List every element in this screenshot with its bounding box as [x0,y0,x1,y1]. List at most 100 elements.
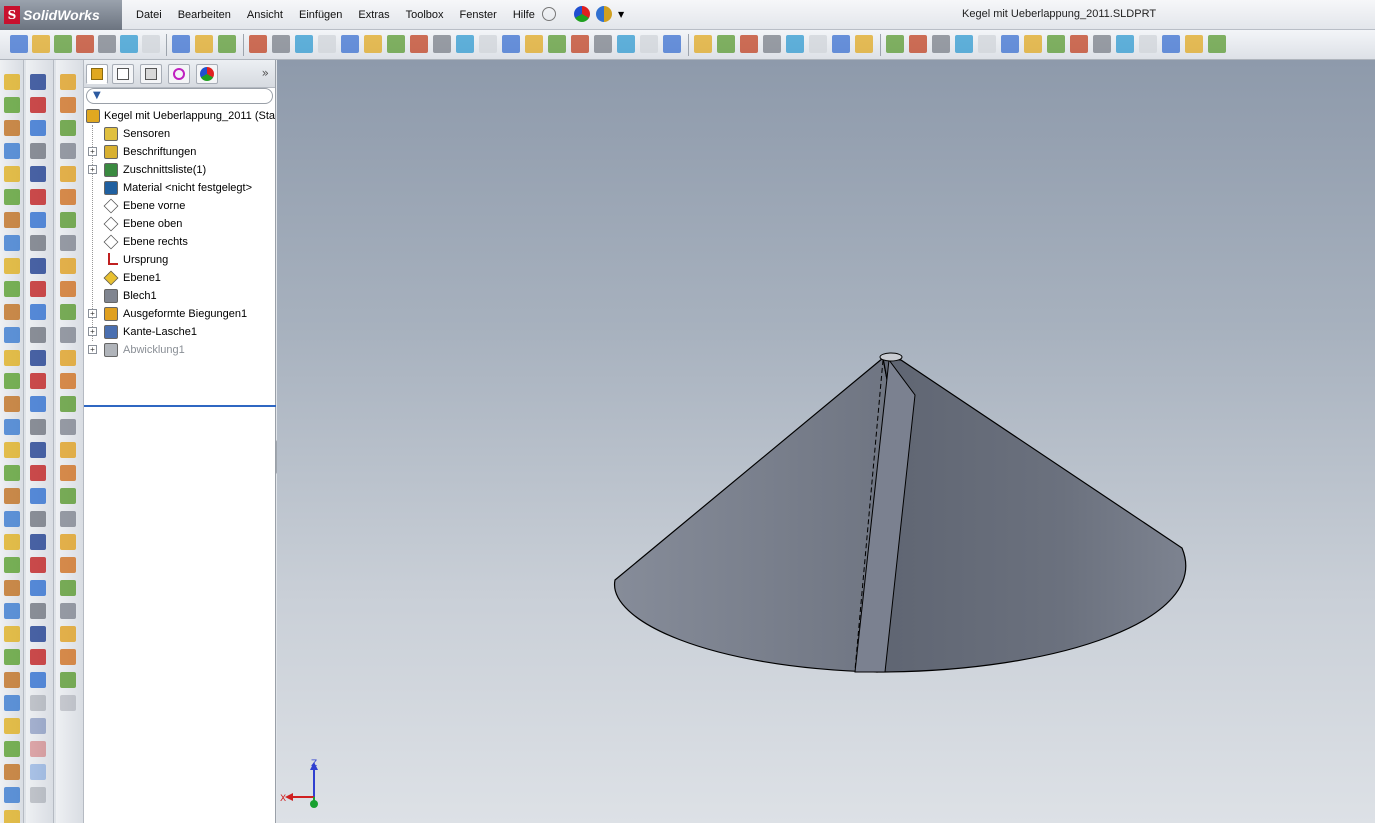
tree-item[interactable]: + Kante-Lasche1 [84,323,276,341]
graphics-viewport[interactable]: Z X [277,60,1375,823]
sheet-metal-tool-icon[interactable] [60,212,76,228]
sheet-metal-tool-icon[interactable] [60,327,76,343]
sketch-display-icon[interactable] [855,35,873,53]
sheet-metal-tool-icon[interactable] [60,649,76,665]
menu-fenster[interactable]: Fenster [452,9,505,21]
miter-flange-icon[interactable] [978,35,996,53]
tab-configuration-manager[interactable] [140,64,162,84]
tree-item[interactable]: + Zuschnittsliste(1) [84,161,276,179]
sheet-metal-tool-icon[interactable] [60,97,76,113]
sheet-metal-tool-icon[interactable] [60,534,76,550]
feature-tool-icon[interactable] [4,304,20,320]
sketch-tool-icon[interactable] [30,695,46,711]
view-dimetric-icon[interactable] [456,35,474,53]
sheet-metal-tool-icon[interactable] [60,304,76,320]
feature-tool-icon[interactable] [4,810,20,823]
new-document-icon[interactable] [10,35,28,53]
feature-tool-icon[interactable] [4,120,20,136]
sheet-metal-tool-icon[interactable] [60,373,76,389]
feature-tool-icon[interactable] [4,189,20,205]
sketch-icon[interactable] [694,35,712,53]
sheet-metal-tool-icon[interactable] [60,166,76,182]
rebuild-icon[interactable] [142,35,160,53]
feature-tool-icon[interactable] [4,396,20,412]
select-arrow-icon[interactable] [249,35,267,53]
sheet-metal-tool-icon[interactable] [60,258,76,274]
chevron-down-icon[interactable]: ▼ [618,10,624,19]
sheet-metal-tool-icon[interactable] [60,143,76,159]
menu-extras[interactable]: Extras [350,9,397,21]
sketch-tool-icon[interactable] [30,143,46,159]
sheet-metal-tool-icon[interactable] [60,74,76,90]
sketch-tool-icon[interactable] [30,534,46,550]
feature-tool-icon[interactable] [4,235,20,251]
sheet-metal-tool-icon[interactable] [60,511,76,527]
feature-tool-icon[interactable] [4,350,20,366]
smart-dimension-icon[interactable] [717,35,735,53]
plane-display-icon[interactable] [763,35,781,53]
feature-tool-icon[interactable] [4,626,20,642]
feature-tool-icon[interactable] [4,695,20,711]
cross-break-icon[interactable] [1070,35,1088,53]
menu-datei[interactable]: Datei [128,9,170,21]
sketch-tool-icon[interactable] [30,166,46,182]
sketch-tool-icon[interactable] [30,649,46,665]
feature-tool-icon[interactable] [4,281,20,297]
sketch-tool-icon[interactable] [30,74,46,90]
view-front-icon[interactable] [272,35,290,53]
tree-item[interactable]: + Ausgeformte Biegungen1 [84,305,276,323]
expand-toggle-icon[interactable]: + [88,345,97,354]
sketch-tool-icon[interactable] [30,557,46,573]
sketch-tool-icon[interactable] [30,718,46,734]
expand-toggle-icon[interactable]: + [88,327,97,336]
sketch-tool-icon[interactable] [30,396,46,412]
tree-item[interactable]: + Abwicklung1 [84,341,276,359]
rollback-bar[interactable] [84,405,276,407]
zoom-icon[interactable] [663,35,681,53]
feature-tool-icon[interactable] [4,764,20,780]
tree-item[interactable]: + Beschriftungen [84,143,276,161]
feature-tool-icon[interactable] [4,166,20,182]
feature-tool-icon[interactable] [4,787,20,803]
sheet-metal-tool-icon[interactable] [60,580,76,596]
display-shaded-icon[interactable] [548,35,566,53]
tab-display-manager[interactable] [196,64,218,84]
feature-tool-icon[interactable] [4,649,20,665]
sketch-tool-icon[interactable] [30,488,46,504]
tree-item[interactable]: Material <nicht festgelegt> [84,179,276,197]
sketched-bend-icon[interactable] [1047,35,1065,53]
feature-tool-icon[interactable] [4,327,20,343]
sheet-metal-tool-icon[interactable] [60,120,76,136]
pan-icon[interactable] [617,35,635,53]
sketch-tool-icon[interactable] [30,764,46,780]
sketch-tool-icon[interactable] [30,419,46,435]
sketch-tool-icon[interactable] [30,603,46,619]
undo-icon[interactable] [172,35,190,53]
feature-tool-icon[interactable] [4,534,20,550]
feature-tool-icon[interactable] [4,718,20,734]
sketch-tool-icon[interactable] [30,787,46,803]
feature-tool-icon[interactable] [4,97,20,113]
edge-flange-icon[interactable] [955,35,973,53]
fold-icon[interactable] [1185,35,1203,53]
flatten-icon[interactable] [1208,35,1226,53]
tree-item[interactable]: Ebene rechts [84,233,276,251]
sketch-tool-icon[interactable] [30,442,46,458]
sheet-metal-tool-icon[interactable] [60,465,76,481]
expand-panel-icon[interactable]: » [262,66,269,80]
expand-toggle-icon[interactable]: + [88,309,97,318]
sketch-tool-icon[interactable] [30,120,46,136]
feature-filter-input[interactable]: ▼ [86,88,273,104]
expand-toggle-icon[interactable]: + [88,147,97,156]
menu-ansicht[interactable]: Ansicht [239,9,291,21]
sheet-metal-tool-icon[interactable] [60,442,76,458]
welded-corner-icon[interactable] [1116,35,1134,53]
tree-item[interactable]: Ebene oben [84,215,276,233]
sheet-metal-tool-icon[interactable] [60,695,76,711]
sheet-metal-tool-icon[interactable] [60,396,76,412]
sheet-metal-icon[interactable] [932,35,950,53]
menu-einfuegen[interactable]: Einfügen [291,9,350,21]
sketch-tool-icon[interactable] [30,626,46,642]
closed-corner-icon[interactable] [1093,35,1111,53]
view-top-icon[interactable] [364,35,382,53]
